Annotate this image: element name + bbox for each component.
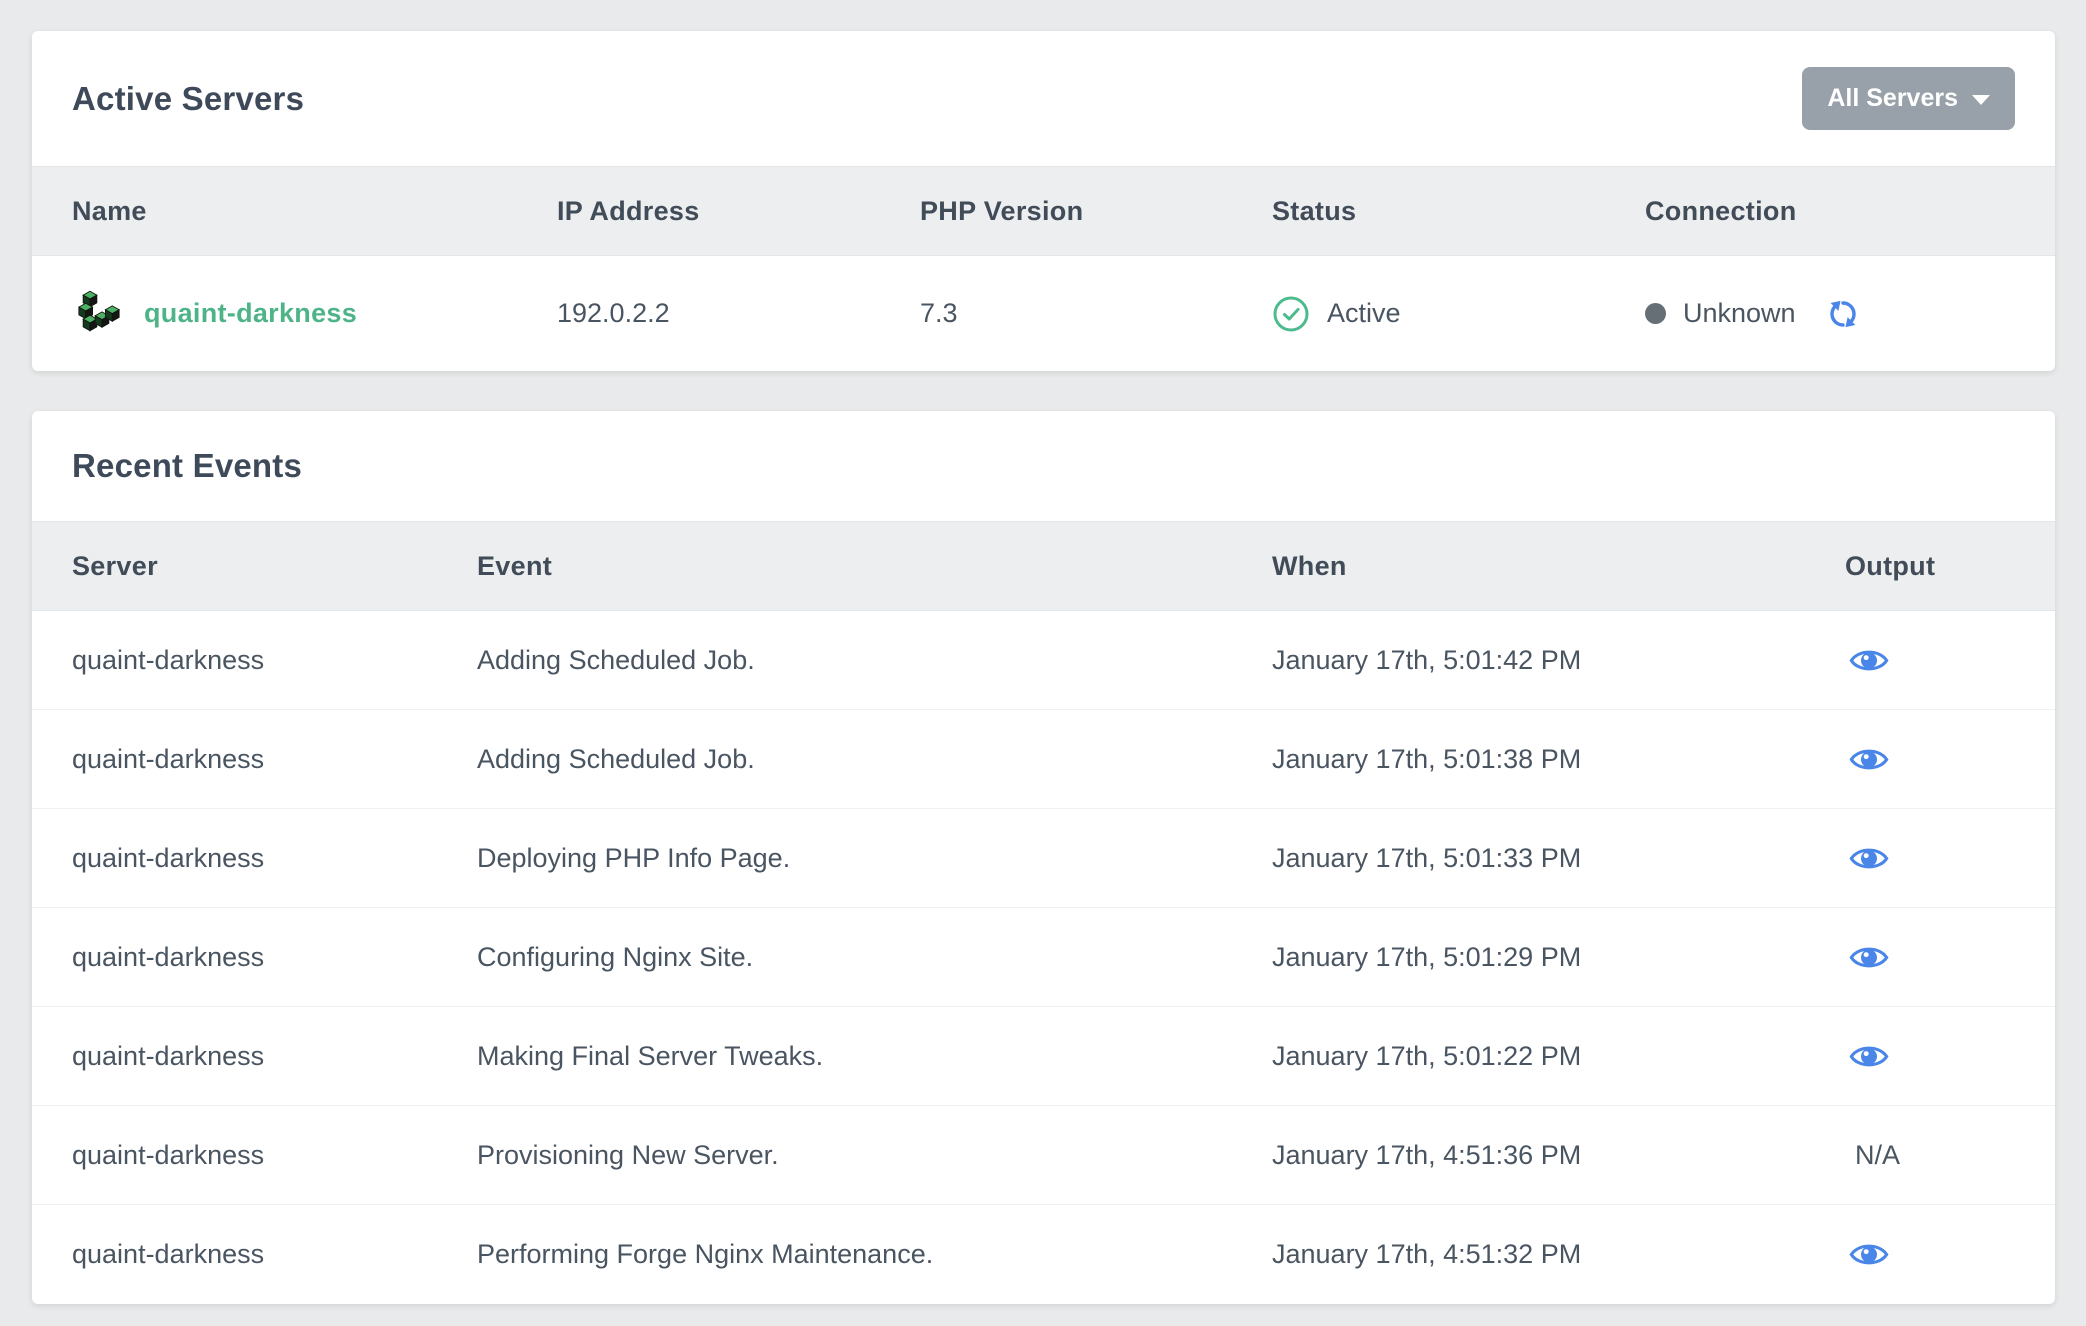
- event-output-cell: [1845, 647, 2015, 674]
- event-when: January 17th, 5:01:29 PM: [1272, 942, 1845, 973]
- event-name: Provisioning New Server.: [477, 1140, 1272, 1171]
- server-php-version: 7.3: [920, 298, 1272, 329]
- all-servers-button[interactable]: All Servers: [1802, 67, 2015, 130]
- column-header-server: Server: [72, 551, 477, 582]
- event-output-cell: [1845, 845, 2015, 872]
- refresh-icon: [1825, 296, 1861, 332]
- column-header-ip-address: IP Address: [557, 196, 920, 227]
- view-output-button[interactable]: [1849, 845, 1889, 872]
- event-name: Making Final Server Tweaks.: [477, 1041, 1272, 1072]
- eye-icon: [1849, 647, 1889, 674]
- eye-icon: [1849, 944, 1889, 971]
- eye-icon: [1849, 1043, 1889, 1070]
- server-table-row: quaint-darkness 192.0.2.2 7.3 Active Unk…: [32, 256, 2055, 371]
- event-server: quaint-darkness: [72, 645, 477, 676]
- event-when: January 17th, 5:01:42 PM: [1272, 645, 1845, 676]
- event-output-na: N/A: [1849, 1140, 1900, 1170]
- connection-dot-icon: [1645, 303, 1666, 324]
- column-header-connection: Connection: [1645, 196, 2015, 227]
- event-server: quaint-darkness: [72, 744, 477, 775]
- all-servers-button-label: All Servers: [1827, 84, 1958, 113]
- column-header-output: Output: [1845, 551, 2015, 582]
- event-server: quaint-darkness: [72, 843, 477, 874]
- event-server: quaint-darkness: [72, 1239, 477, 1270]
- event-name: Configuring Nginx Site.: [477, 942, 1272, 973]
- event-name: Adding Scheduled Job.: [477, 744, 1272, 775]
- view-output-button[interactable]: [1849, 1241, 1889, 1268]
- caret-down-icon: [1972, 95, 1990, 105]
- event-server: quaint-darkness: [72, 1140, 477, 1171]
- event-when: January 17th, 5:01:38 PM: [1272, 744, 1845, 775]
- column-header-when: When: [1272, 551, 1845, 582]
- view-output-button[interactable]: [1849, 1043, 1889, 1070]
- event-name: Performing Forge Nginx Maintenance.: [477, 1239, 1272, 1270]
- refresh-connection-button[interactable]: [1825, 296, 1861, 332]
- event-name: Deploying PHP Info Page.: [477, 843, 1272, 874]
- event-when: January 17th, 4:51:32 PM: [1272, 1239, 1845, 1270]
- recent-events-title: Recent Events: [72, 447, 302, 485]
- event-table-row: quaint-darkness Adding Scheduled Job. Ja…: [32, 611, 2055, 710]
- column-header-event: Event: [477, 551, 1272, 582]
- event-output-cell: [1845, 1043, 2015, 1070]
- server-ip-address: 192.0.2.2: [557, 298, 920, 329]
- active-servers-table-header: Name IP Address PHP Version Status Conne…: [32, 166, 2055, 256]
- server-name-link[interactable]: quaint-darkness: [144, 298, 357, 329]
- column-header-status: Status: [1272, 196, 1645, 227]
- active-servers-card: Active Servers All Servers Name IP Addre…: [32, 31, 2055, 371]
- event-output-cell: [1845, 944, 2015, 971]
- active-servers-title: Active Servers: [72, 80, 304, 118]
- event-table-row: quaint-darkness Deploying PHP Info Page.…: [32, 809, 2055, 908]
- event-when: January 17th, 5:01:22 PM: [1272, 1041, 1845, 1072]
- event-name: Adding Scheduled Job.: [477, 645, 1272, 676]
- eye-icon: [1849, 845, 1889, 872]
- view-output-button[interactable]: [1849, 944, 1889, 971]
- event-server: quaint-darkness: [72, 1041, 477, 1072]
- eye-icon: [1849, 746, 1889, 773]
- server-cubes-icon: [72, 288, 120, 340]
- view-output-button[interactable]: [1849, 647, 1889, 674]
- event-when: January 17th, 4:51:36 PM: [1272, 1140, 1845, 1171]
- event-output-cell: [1845, 746, 2015, 773]
- recent-events-header: Recent Events: [32, 411, 2055, 521]
- page-background: { "colors": { "accent_green": "#4eb488",…: [0, 0, 2086, 1326]
- server-status-label: Active: [1327, 298, 1401, 329]
- recent-events-table-header: Server Event When Output: [32, 521, 2055, 611]
- server-name-cell: quaint-darkness: [72, 288, 557, 340]
- column-header-name: Name: [72, 196, 557, 227]
- event-table-row: quaint-darkness Configuring Nginx Site. …: [32, 908, 2055, 1007]
- event-output-cell: [1845, 1241, 2015, 1268]
- server-connection-label: Unknown: [1683, 298, 1796, 329]
- event-table-row: quaint-darkness Performing Forge Nginx M…: [32, 1205, 2055, 1304]
- event-table-row: quaint-darkness Making Final Server Twea…: [32, 1007, 2055, 1106]
- event-table-row: quaint-darkness Adding Scheduled Job. Ja…: [32, 710, 2055, 809]
- event-when: January 17th, 5:01:33 PM: [1272, 843, 1845, 874]
- eye-icon: [1849, 1241, 1889, 1268]
- recent-events-card: Recent Events Server Event When Output q…: [32, 411, 2055, 1304]
- active-servers-header: Active Servers All Servers: [32, 31, 2055, 166]
- view-output-button[interactable]: [1849, 746, 1889, 773]
- event-table-row: quaint-darkness Provisioning New Server.…: [32, 1106, 2055, 1205]
- check-circle-icon: [1272, 295, 1310, 333]
- server-status-badge: Active: [1272, 295, 1645, 333]
- column-header-php-version: PHP Version: [920, 196, 1272, 227]
- event-output-cell: N/A: [1845, 1140, 2015, 1171]
- server-connection-status: Unknown: [1645, 296, 2015, 332]
- event-server: quaint-darkness: [72, 942, 477, 973]
